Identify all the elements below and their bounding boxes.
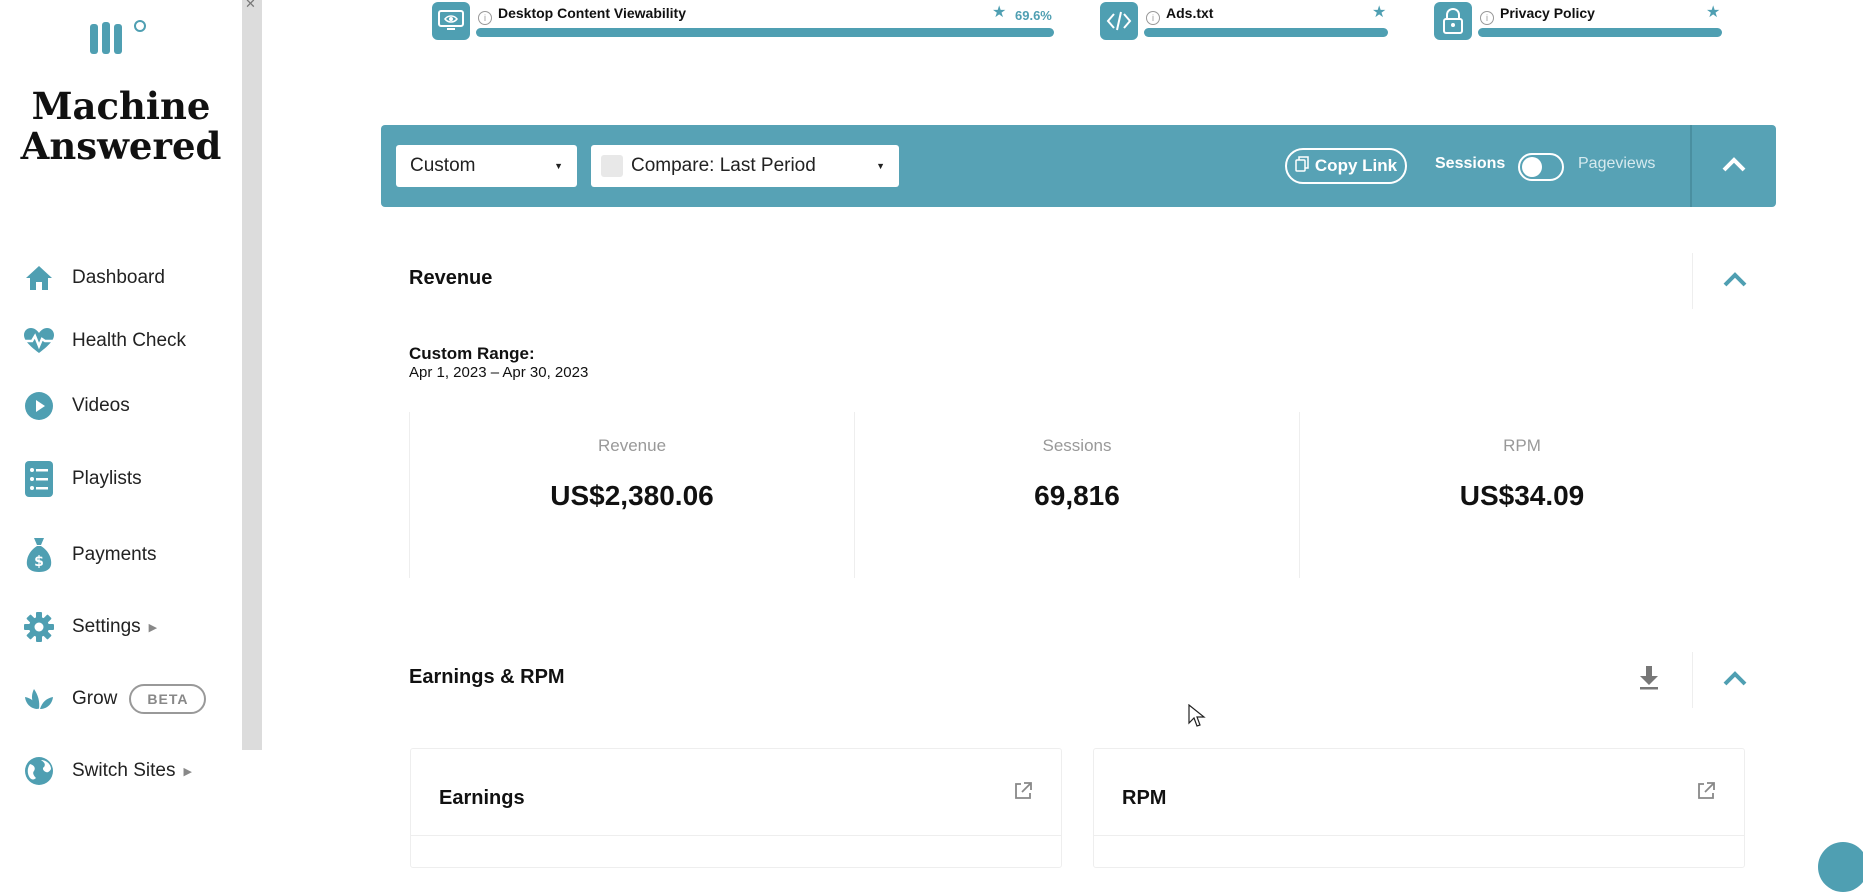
beta-badge: BETA <box>129 684 207 714</box>
date-range-select[interactable]: Custom ▼ <box>396 145 577 187</box>
caret-right-icon: ▶ <box>183 765 192 778</box>
info-icon[interactable]: i <box>478 11 492 25</box>
sidebar-item-label: Dashboard <box>72 267 165 288</box>
sidebar-item-playlists[interactable]: Playlists <box>22 459 142 499</box>
sidebar-item-dashboard[interactable]: Dashboard <box>22 258 165 298</box>
sidebar-item-settings[interactable]: Settings ▶ <box>22 607 157 647</box>
monitor-eye-icon <box>432 2 470 40</box>
stat-card-rpm: RPM US$34.09 <box>1299 412 1744 578</box>
caret-right-icon: ▶ <box>148 621 158 634</box>
copy-link-label: Copy Link <box>1314 156 1398 175</box>
stat-label: Revenue <box>597 436 667 455</box>
sidebar-item-label: Health Check <box>72 330 187 351</box>
list-icon <box>22 461 56 497</box>
sidebar-item-label: Videos <box>72 395 130 416</box>
compare-checkbox[interactable] <box>601 155 623 177</box>
sidebar-item-health-check[interactable]: Health Check <box>22 321 186 361</box>
copy-link-button[interactable]: Copy Link <box>1285 148 1407 184</box>
sessions-pageviews-toggle[interactable] <box>1518 153 1564 181</box>
revenue-section-title: Revenue <box>409 267 493 289</box>
money-bag-icon: $ <box>22 538 56 572</box>
info-icon[interactable]: i <box>1146 11 1160 25</box>
mouse-cursor-icon <box>1188 703 1206 733</box>
chart-card-title: Earnings <box>439 787 525 809</box>
metric-progress-bar <box>476 28 1054 37</box>
stat-label: Sessions <box>1042 436 1112 455</box>
stat-value: US$34.09 <box>1459 480 1585 511</box>
chart-card-title: RPM <box>1122 787 1167 809</box>
rpm-chart-card: RPM <box>1093 748 1745 868</box>
stat-value: US$2,380.06 <box>550 480 714 511</box>
lock-icon <box>1434 2 1472 40</box>
gear-icon <box>22 610 56 644</box>
earnings-collapse-button[interactable] <box>1692 652 1776 708</box>
close-icon[interactable]: ✕ <box>245 0 256 12</box>
logo-icon[interactable] <box>88 18 150 63</box>
svg-text:$: $ <box>34 554 44 570</box>
metric-progress-bar <box>1478 28 1722 37</box>
sidebar-item-grow[interactable]: Grow BETA <box>22 679 207 719</box>
metric-ads-txt[interactable]: i Ads.txt ★ <box>1100 2 1392 40</box>
sidebar-item-videos[interactable]: Videos <box>22 386 130 426</box>
metric-title: Privacy Policy <box>1500 5 1595 21</box>
chevron-up-icon <box>1723 271 1747 292</box>
metric-title: Desktop Content Viewability <box>498 5 686 21</box>
sidebar-item-label: Grow <box>72 688 118 709</box>
chat-widget-button[interactable] <box>1818 842 1863 892</box>
card-divider <box>1094 835 1744 836</box>
sidebar-item-label: Settings <box>72 616 141 637</box>
stat-card-revenue: Revenue US$2,380.06 <box>409 412 854 578</box>
sidebar-item-label: Switch Sites <box>72 760 176 781</box>
code-icon <box>1100 2 1138 40</box>
date-range-value: Custom <box>410 155 476 176</box>
globe-icon <box>22 754 56 788</box>
revenue-collapse-button[interactable] <box>1692 253 1776 309</box>
toolbar-collapse-button[interactable] <box>1692 125 1776 207</box>
star-icon: ★ <box>992 4 1007 21</box>
metric-title: Ads.txt <box>1166 5 1214 21</box>
sidebar: Machine Answered Dashboard Health Check … <box>0 0 262 858</box>
toggle-label-pageviews: Pageviews <box>1578 155 1656 172</box>
custom-range-value: Apr 1, 2023 – Apr 30, 2023 <box>409 364 589 381</box>
sidebar-item-label: Playlists <box>72 468 142 489</box>
brand-name-line1: Machine <box>31 84 211 128</box>
play-icon <box>22 389 56 423</box>
toggle-label-sessions: Sessions <box>1435 155 1506 172</box>
stat-card-sessions: Sessions 69,816 <box>854 412 1299 578</box>
sidebar-item-switch-sites[interactable]: Switch Sites ▶ <box>22 751 192 791</box>
chevron-up-icon <box>1723 670 1747 691</box>
brand-name-line2: Answered <box>20 124 222 168</box>
external-link-icon[interactable] <box>1696 781 1716 806</box>
star-icon: ★ <box>1706 4 1721 21</box>
external-link-icon[interactable] <box>1013 781 1033 806</box>
metric-value: 69.6% <box>1015 8 1052 23</box>
info-icon[interactable]: i <box>1480 11 1494 25</box>
heartbeat-icon <box>22 324 56 358</box>
metric-privacy-policy[interactable]: i Privacy Policy ★ <box>1434 2 1724 40</box>
custom-range-title: Custom Range: <box>409 344 535 363</box>
card-divider <box>411 835 1061 836</box>
filter-toolbar: Custom ▼ Compare: Last Period ▼ Copy Lin… <box>381 125 1776 207</box>
sidebar-item-payments[interactable]: $ Payments <box>22 535 156 575</box>
metric-desktop-viewability[interactable]: i Desktop Content Viewability ★ 69.6% <box>432 2 1058 40</box>
sidebar-item-label: Payments <box>72 544 157 565</box>
home-icon <box>22 261 56 295</box>
metric-progress-bar <box>1144 28 1388 37</box>
earnings-section-title: Earnings & RPM <box>409 666 565 688</box>
brand-name: Machine Answered <box>0 86 242 166</box>
stat-label: RPM <box>1503 436 1541 455</box>
copy-icon <box>1295 155 1309 177</box>
star-icon: ★ <box>1372 4 1387 21</box>
compare-value: Compare: Last Period <box>631 155 816 176</box>
caret-down-icon: ▼ <box>554 161 563 171</box>
earnings-chart-card: Earnings <box>410 748 1062 868</box>
leaf-icon <box>22 682 56 716</box>
stat-value: 69,816 <box>1034 480 1120 511</box>
compare-select[interactable]: Compare: Last Period ▼ <box>591 145 899 187</box>
sidebar-scrollbar[interactable] <box>242 0 262 750</box>
download-icon[interactable] <box>1637 664 1661 695</box>
caret-down-icon: ▼ <box>876 161 885 171</box>
chevron-up-icon <box>1722 156 1746 177</box>
